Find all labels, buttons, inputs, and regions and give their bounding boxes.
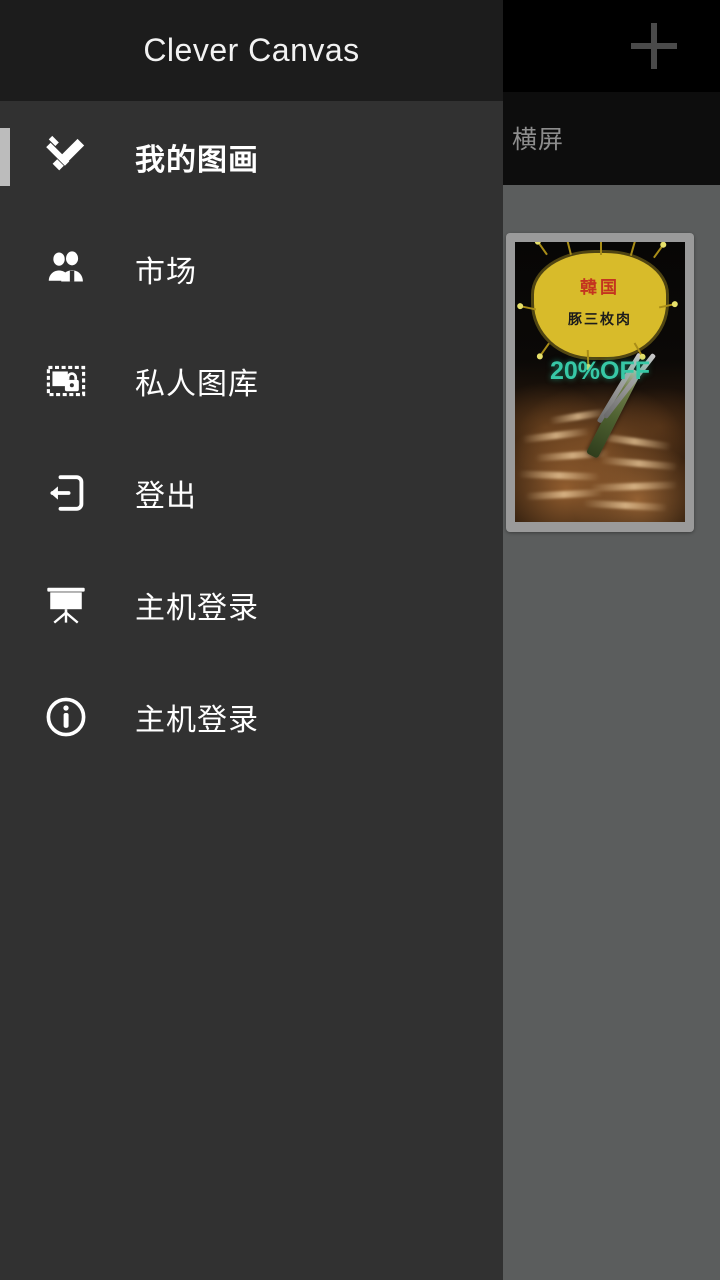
menu-item-label: 我的图画 [135,143,259,178]
poster-subline: 豚三枚肉 [568,312,632,329]
app-title: Clever Canvas [143,32,360,68]
people-group-icon [33,247,99,291]
poster-sign [521,242,674,365]
menu-item-private-gallery[interactable]: 私人图库 [0,325,503,437]
menu-item-label: 主机登录 [135,703,259,738]
poster-offer: 20%OFF [549,356,651,385]
plus-icon [626,18,682,74]
drawer-menu: 我的图画 市场 私人图库 登出 主机登录 主机登录 [0,101,503,773]
locked-picture-icon [33,359,99,403]
logout-icon [33,471,99,515]
add-button[interactable] [608,0,700,92]
pencil-brush-icon [33,135,99,179]
menu-item-host-login-info[interactable]: 主机登录 [0,661,503,773]
info-icon [33,695,99,739]
menu-item-label: 私人图库 [135,367,259,402]
poster-headline: 韓国 [580,277,620,298]
projector-icon [33,583,99,627]
image-thumbnail: 韓国 豚三枚肉 20%OFF [515,242,685,522]
menu-item-marketplace[interactable]: 市场 [0,213,503,325]
tab-landscape[interactable]: 横屏 [512,120,564,156]
menu-item-label: 主机登录 [135,591,259,626]
menu-item-my-drawings[interactable]: 我的图画 [0,101,503,213]
menu-item-label: 市场 [135,255,197,290]
gallery-thumbnail-card[interactable]: 韓国 豚三枚肉 20%OFF [506,233,694,532]
navigation-drawer: Clever Canvas 我的图画 市场 私人图库 登出 主机登录 主机登录 [0,0,503,1280]
drawer-header: Clever Canvas [0,0,503,101]
app-screen: 横屏 韓国 豚三枚肉 20%OFF Clever Canvas 我的图画 市场 … [0,0,720,1280]
menu-item-logout[interactable]: 登出 [0,437,503,549]
menu-item-host-login-projector[interactable]: 主机登录 [0,549,503,661]
menu-item-label: 登出 [135,479,197,514]
